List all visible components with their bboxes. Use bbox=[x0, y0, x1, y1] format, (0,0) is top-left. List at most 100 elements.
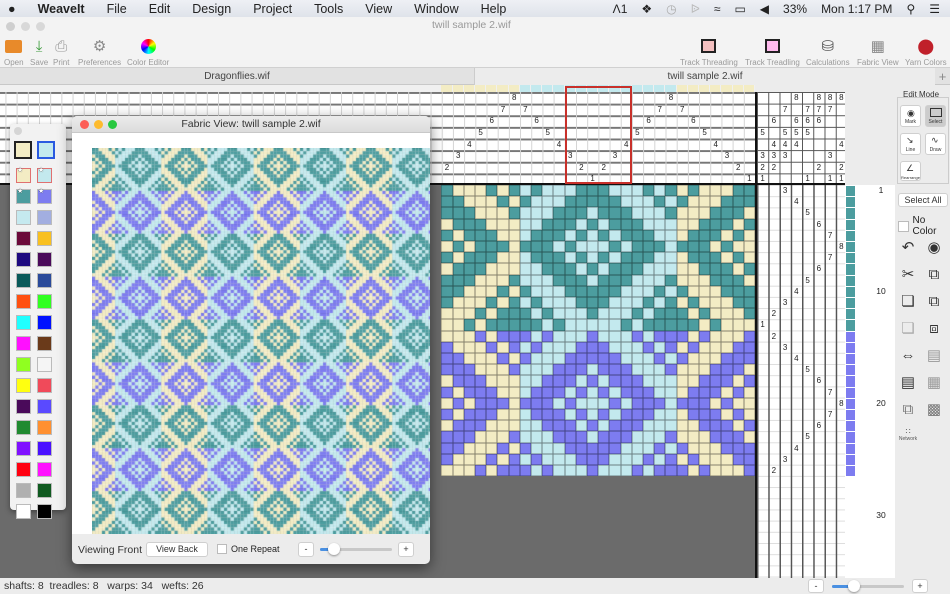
color-swatch[interactable] bbox=[37, 315, 52, 330]
color-swatch[interactable] bbox=[16, 504, 31, 519]
clock[interactable]: Mon 1:17 PM bbox=[821, 2, 892, 16]
weft-color-cell[interactable] bbox=[846, 331, 855, 342]
tab-twill-sample-2[interactable]: twill sample 2.wif bbox=[475, 68, 935, 85]
tieup-mark[interactable]: 2 bbox=[813, 162, 824, 173]
mode-line-button[interactable]: ↘ Line bbox=[900, 133, 921, 155]
tieup-mark[interactable]: 4 bbox=[791, 139, 802, 150]
flip-icon[interactable]: ⧉ bbox=[898, 400, 918, 420]
weft-color-cell[interactable] bbox=[846, 320, 855, 331]
weft-color-cell[interactable] bbox=[846, 354, 855, 365]
color-swatch[interactable] bbox=[16, 336, 31, 351]
tieup-mark[interactable]: 1 bbox=[836, 173, 847, 184]
slider-knob[interactable] bbox=[847, 580, 860, 592]
weft-color-cell[interactable] bbox=[846, 264, 855, 275]
threading-mark[interactable]: 8 bbox=[665, 92, 676, 103]
view-back-button[interactable]: View Back bbox=[146, 542, 208, 557]
warp-color-cell[interactable] bbox=[519, 85, 530, 92]
color-swatch[interactable] bbox=[37, 504, 52, 519]
color-editor-button[interactable]: Color Editor bbox=[127, 37, 169, 67]
warp-color-strip[interactable] bbox=[0, 85, 755, 92]
treadling-grid[interactable]: 34567876543212345678765432 bbox=[755, 185, 845, 578]
threading-mark[interactable]: 3 bbox=[453, 150, 464, 161]
weft-color-cell[interactable] bbox=[846, 298, 855, 309]
fabric-view-button[interactable]: ▦ Fabric View bbox=[857, 37, 899, 67]
treadling-mark[interactable]: 6 bbox=[813, 420, 824, 431]
weft-color-cell[interactable] bbox=[846, 242, 855, 253]
insert-icon[interactable]: ⇔ bbox=[898, 346, 918, 366]
adobe-icon[interactable]: Λ1 bbox=[613, 2, 628, 16]
treadling-mark[interactable]: 2 bbox=[768, 465, 779, 476]
tieup-mark[interactable]: 7 bbox=[780, 104, 791, 115]
menu-view[interactable]: View bbox=[365, 2, 392, 16]
weft-color-cell[interactable] bbox=[846, 253, 855, 264]
warp-color-cell[interactable] bbox=[631, 85, 642, 92]
weft-color-cell[interactable] bbox=[846, 186, 855, 197]
warp-color-cell[interactable] bbox=[486, 85, 497, 92]
menu-edit[interactable]: Edit bbox=[149, 2, 171, 16]
color-swatch[interactable] bbox=[37, 273, 52, 288]
tieup-mark[interactable]: 2 bbox=[768, 162, 779, 173]
treadling-mark[interactable]: 7 bbox=[825, 387, 836, 398]
weft-color-cell[interactable] bbox=[846, 286, 855, 297]
tieup-grid[interactable]: 12352346345745681567267813781248 bbox=[755, 92, 845, 185]
weft-color-cell[interactable] bbox=[846, 208, 855, 219]
tieup-mark[interactable]: 2 bbox=[757, 162, 768, 173]
close-button[interactable] bbox=[6, 22, 15, 31]
tieup-mark[interactable]: 8 bbox=[791, 92, 802, 103]
color-swatch[interactable] bbox=[37, 441, 52, 456]
color-swatch[interactable] bbox=[37, 420, 52, 435]
menu-window[interactable]: Window bbox=[414, 2, 458, 16]
treadling-mark[interactable]: 6 bbox=[813, 263, 824, 274]
threading-mark[interactable]: 5 bbox=[475, 127, 486, 138]
warp-color-cell[interactable] bbox=[665, 85, 676, 92]
weft-color-cell[interactable] bbox=[846, 454, 855, 465]
threading-selection[interactable] bbox=[565, 86, 632, 184]
tieup-mark[interactable]: 4 bbox=[780, 139, 791, 150]
threading-mark[interactable]: 1 bbox=[744, 173, 755, 184]
fabric-zoom-out-button[interactable]: - bbox=[298, 542, 314, 557]
color-swatch[interactable] bbox=[37, 399, 52, 414]
color-swatch[interactable] bbox=[37, 483, 52, 498]
warp-color-cell[interactable] bbox=[463, 85, 474, 92]
weft-color-cell[interactable] bbox=[846, 275, 855, 286]
treadling-mark[interactable]: 5 bbox=[802, 275, 813, 286]
dots-icon[interactable]: ▩ bbox=[924, 400, 944, 420]
treadling-mark[interactable]: 3 bbox=[780, 342, 791, 353]
tieup-mark[interactable]: 4 bbox=[768, 139, 779, 150]
warp-color-cell[interactable] bbox=[743, 85, 754, 92]
treadling-mark[interactable]: 5 bbox=[802, 364, 813, 375]
weft-color-cell[interactable] bbox=[846, 219, 855, 230]
warp-color-cell[interactable] bbox=[710, 85, 721, 92]
fill-pattern-icon[interactable]: ▤ bbox=[924, 346, 944, 366]
menu-app[interactable]: WeaveIt bbox=[38, 2, 85, 16]
weft-color-cell[interactable] bbox=[846, 230, 855, 241]
treadling-mark[interactable]: 3 bbox=[780, 297, 791, 308]
save-button[interactable]: ⤓ Save bbox=[30, 37, 48, 68]
print-button[interactable]: ⎙ Print bbox=[53, 37, 69, 68]
mode-draw-button[interactable]: ∿ Draw bbox=[925, 133, 946, 155]
threading-mark[interactable]: 2 bbox=[733, 162, 744, 173]
fabric-zoom-slider[interactable] bbox=[320, 543, 392, 555]
color-swatch[interactable] bbox=[16, 378, 31, 393]
warp-color-cell[interactable] bbox=[699, 85, 710, 92]
paste-special-icon[interactable]: ❏ bbox=[898, 319, 918, 339]
treadling-mark[interactable]: 7 bbox=[825, 230, 836, 241]
tieup-mark[interactable]: 3 bbox=[757, 150, 768, 161]
selected-color-swatch[interactable] bbox=[14, 141, 32, 159]
starred-color-swatch[interactable]: ★ bbox=[37, 188, 52, 204]
open-button[interactable]: Open bbox=[4, 37, 24, 67]
threading-mark[interactable]: 6 bbox=[531, 115, 542, 126]
zoom-in-button[interactable]: + bbox=[912, 579, 928, 593]
weft-color-cell[interactable] bbox=[846, 443, 855, 454]
add-tab-button[interactable]: + bbox=[935, 68, 950, 85]
color-swatch[interactable] bbox=[37, 252, 52, 267]
zoom-button[interactable] bbox=[36, 22, 45, 31]
color-swatch[interactable] bbox=[37, 231, 52, 246]
threading-mark[interactable]: 6 bbox=[688, 115, 699, 126]
color-swatch[interactable] bbox=[16, 357, 31, 372]
yarn-colors-button[interactable]: ⬤ Yarn Colors bbox=[905, 37, 947, 67]
calculations-button[interactable]: ⛁ Calculations bbox=[806, 37, 850, 67]
warp-color-cell[interactable] bbox=[721, 85, 732, 92]
tieup-mark[interactable]: 3 bbox=[825, 150, 836, 161]
weft-color-cell[interactable] bbox=[846, 309, 855, 320]
